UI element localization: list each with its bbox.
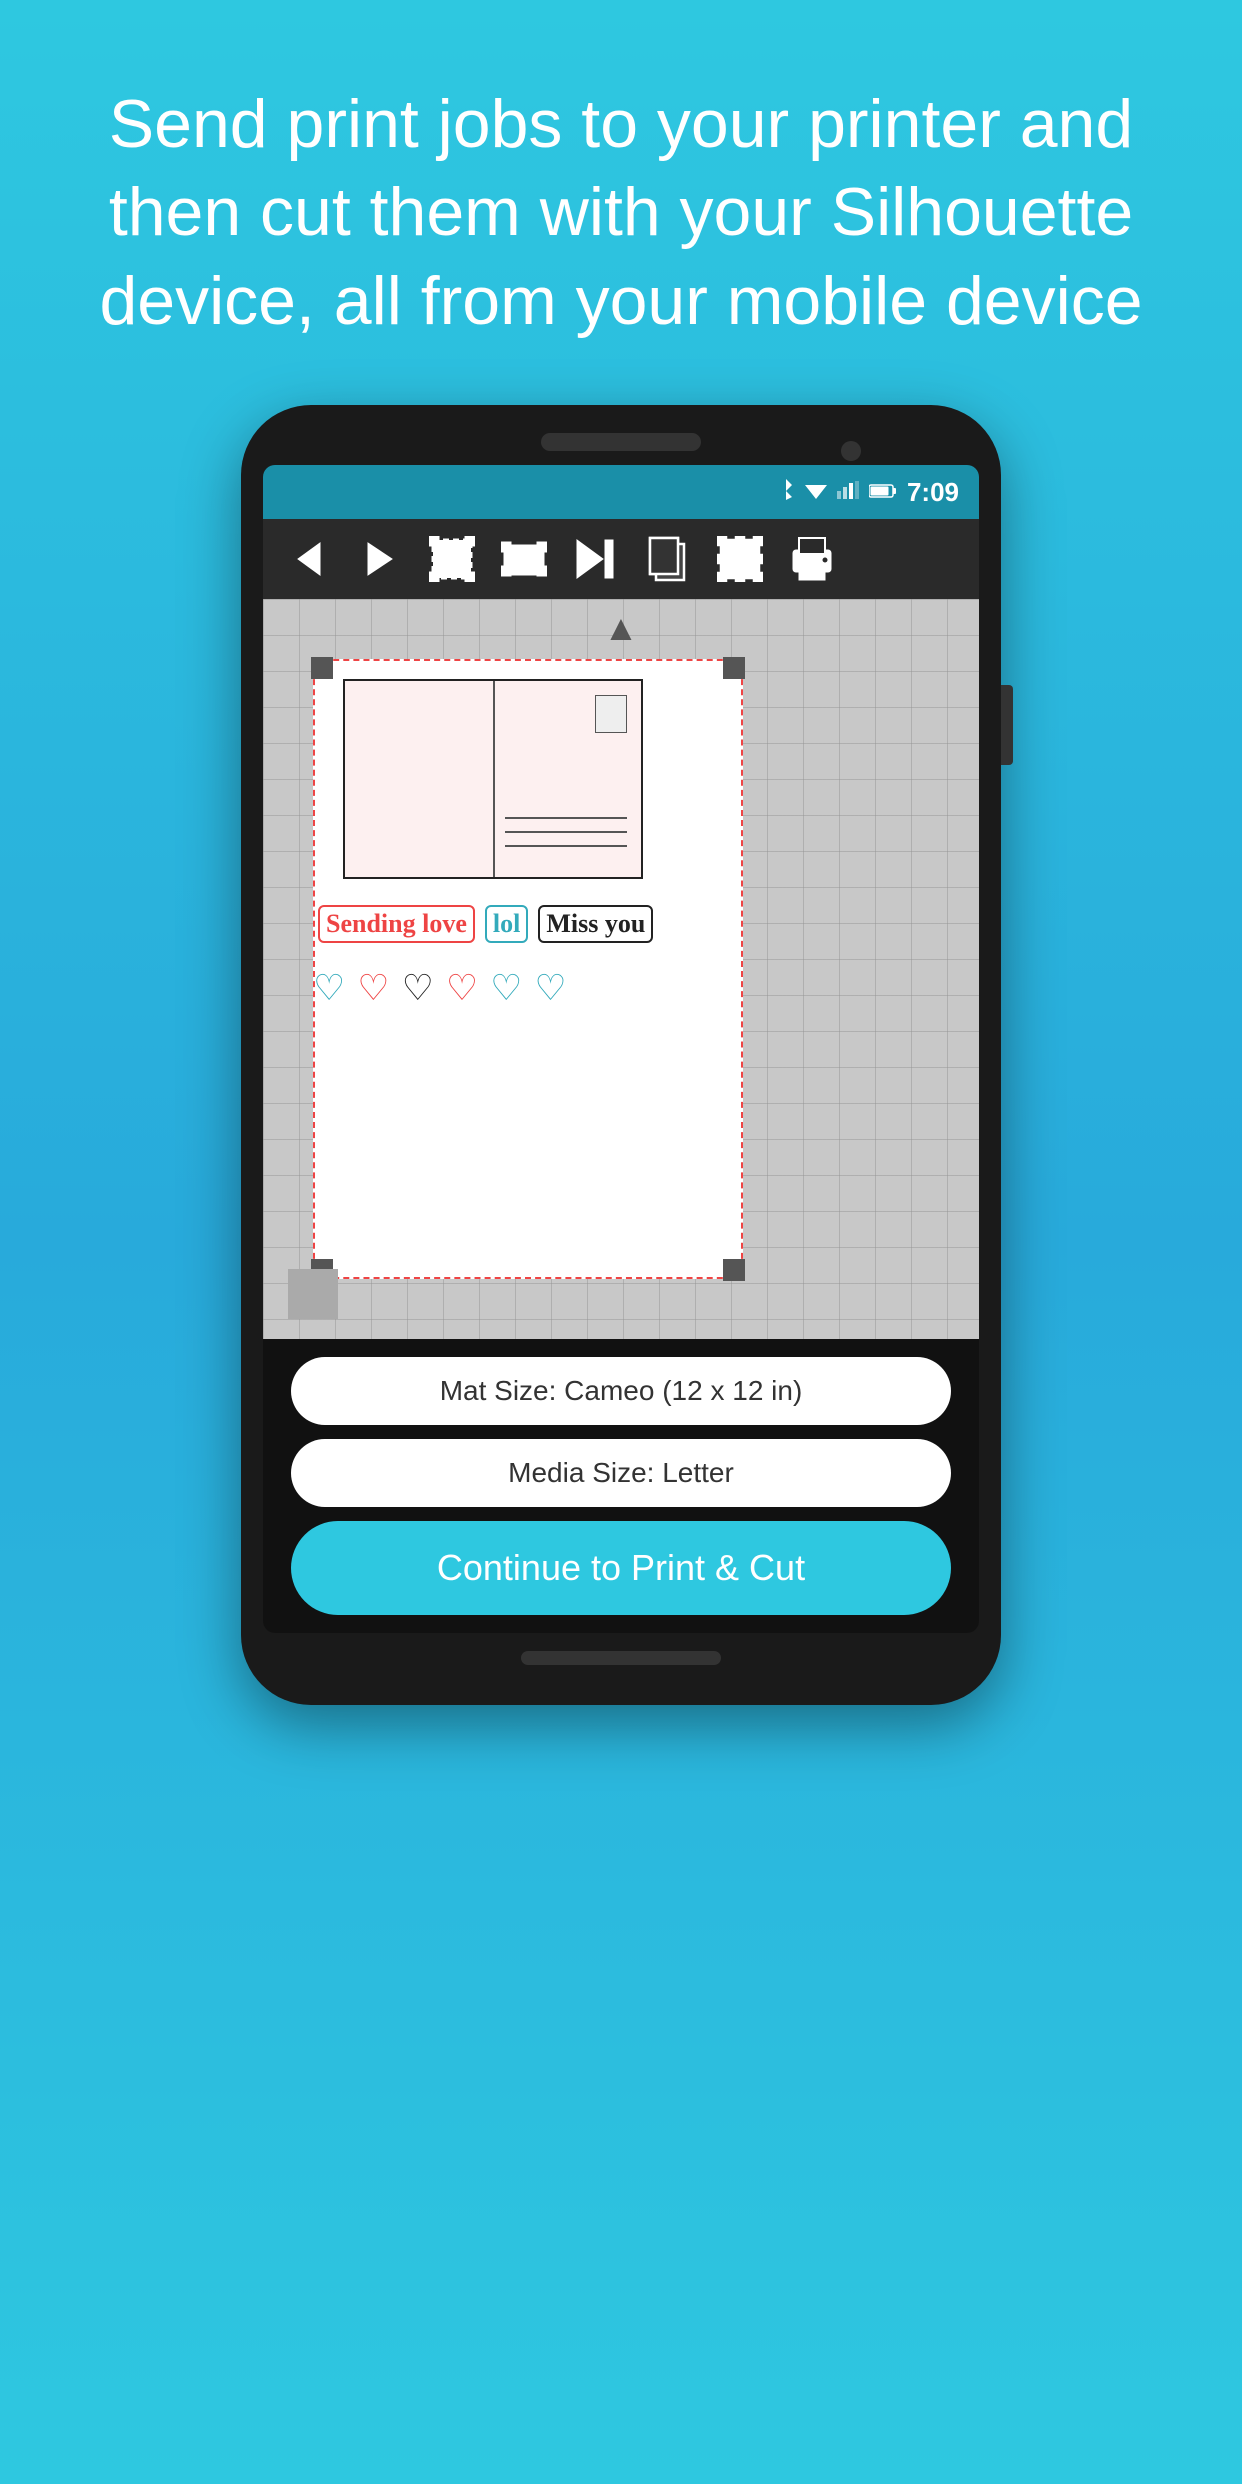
mat-size-button[interactable]: Mat Size: Cameo (12 x 12 in) xyxy=(291,1357,951,1425)
print-button[interactable] xyxy=(779,526,845,592)
play-button[interactable] xyxy=(347,526,413,592)
phone-side-button xyxy=(1001,685,1013,765)
canvas-handle-bl xyxy=(288,1269,338,1319)
heart-3: ♡ xyxy=(402,967,434,1009)
bluetooth-icon xyxy=(777,478,795,506)
battery-icon xyxy=(869,479,897,505)
postcard-line-1 xyxy=(505,817,627,819)
phone-speaker xyxy=(541,433,701,451)
phone-mockup: 7:09 xyxy=(241,405,1001,1705)
heart-2: ♡ xyxy=(357,967,389,1009)
layers-button[interactable] xyxy=(635,526,701,592)
hero-text: Send print jobs to your printer and then… xyxy=(0,0,1242,405)
sticker-miss-you: Miss you xyxy=(538,905,653,943)
postcard-divider xyxy=(493,681,495,877)
media-size-button[interactable]: Media Size: Letter xyxy=(291,1439,951,1507)
status-time: 7:09 xyxy=(907,477,959,508)
wifi-icon xyxy=(805,479,827,505)
corner-handle-tr xyxy=(723,657,745,679)
heart-4: ♡ xyxy=(446,967,478,1009)
sticker-lol: lol xyxy=(485,905,528,943)
toolbar xyxy=(263,519,979,599)
status-icons: 7:09 xyxy=(777,477,959,508)
back-button[interactable] xyxy=(275,526,341,592)
postcard xyxy=(343,679,643,879)
corner-handle-tl xyxy=(311,657,333,679)
heart-6: ♡ xyxy=(534,967,566,1009)
canvas-area: ▲ Sending love xyxy=(263,599,979,1339)
postcard-line-3 xyxy=(505,845,627,847)
heart-5: ♡ xyxy=(490,967,522,1009)
phone-screen: 7:09 xyxy=(263,465,979,1633)
transform-button[interactable] xyxy=(707,526,773,592)
scroll-up-arrow: ▲ xyxy=(603,607,639,649)
select-rect-button[interactable] xyxy=(419,526,485,592)
skip-button[interactable] xyxy=(563,526,629,592)
stickers-row1: Sending love lol Miss you xyxy=(318,905,653,943)
postcard-line-2 xyxy=(505,831,627,833)
continue-print-cut-button[interactable]: Continue to Print & Cut xyxy=(291,1521,951,1615)
postcard-lines xyxy=(505,817,627,847)
sticker-sending-love: Sending love xyxy=(318,905,475,943)
status-bar: 7:09 xyxy=(263,465,979,519)
stickers-row2: ♡ ♡ ♡ ♡ ♡ ♡ xyxy=(313,967,567,1009)
postcard-stamp xyxy=(595,695,627,733)
bottom-panel: Mat Size: Cameo (12 x 12 in) Media Size:… xyxy=(263,1339,979,1633)
resize-button[interactable] xyxy=(491,526,557,592)
corner-handle-br xyxy=(723,1259,745,1281)
phone-home-bar xyxy=(521,1651,721,1665)
signal-icon xyxy=(837,479,859,505)
phone-camera xyxy=(841,441,861,461)
heart-1: ♡ xyxy=(313,967,345,1009)
